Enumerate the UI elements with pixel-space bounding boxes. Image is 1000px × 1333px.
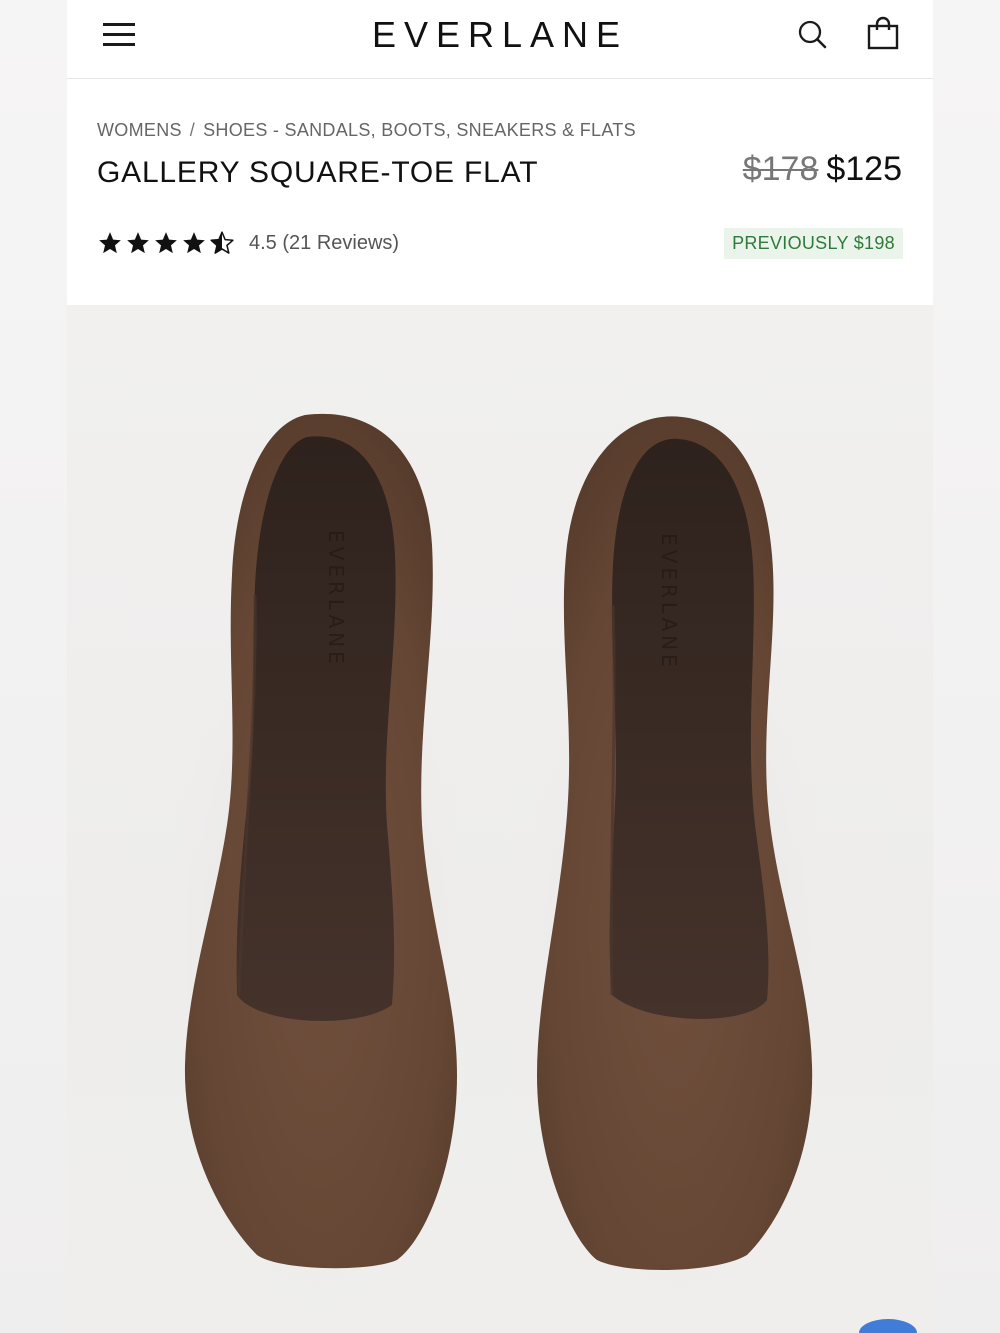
star-filled-icon	[155, 232, 177, 254]
rating-text[interactable]: 4.5 (21 Reviews)	[249, 232, 399, 255]
star-filled-icon	[99, 232, 121, 254]
site-header: EVERLANE	[67, 0, 933, 79]
breadcrumb: WOMENS / SHOES - SANDALS, BOOTS, SNEAKERS …	[97, 120, 636, 141]
star-half-icon	[210, 231, 234, 254]
product-page: EVERLANE WOMENS / SHOES - SANDALS, BOOTS, …	[67, 0, 933, 1333]
sale-price: $125	[826, 150, 902, 188]
previous-price-badge: PREVIOUSLY $198	[724, 228, 903, 259]
rating-summary[interactable]: 4.5 (21 Reviews)	[97, 230, 399, 256]
star-filled-icon	[183, 232, 205, 254]
breadcrumb-item-shoes[interactable]: SHOES - SANDALS, BOOTS, SNEAKERS & FLATS	[203, 120, 636, 140]
insole-brand-right: EVERLANE	[657, 533, 681, 671]
star-filled-icon	[127, 232, 149, 254]
breadcrumb-item-womens[interactable]: WOMENS	[97, 120, 182, 140]
product-image[interactable]: EVERLANE EVERLANE	[67, 305, 933, 1333]
left-shoe: EVERLANE	[184, 413, 457, 1269]
rating-stars	[97, 230, 235, 256]
product-title: GALLERY SQUARE-TOE FLAT	[97, 156, 539, 189]
insole-brand-left: EVERLANE	[324, 530, 348, 668]
shopping-bag-icon[interactable]	[865, 16, 901, 52]
breadcrumb-separator: /	[189, 120, 196, 140]
search-icon[interactable]	[795, 16, 831, 52]
original-price: $178	[742, 150, 819, 188]
shoe-pair-illustration: EVERLANE EVERLANE	[157, 413, 837, 1325]
product-price: $178 $125	[743, 150, 902, 189]
right-shoe: EVERLANE	[537, 416, 813, 1271]
